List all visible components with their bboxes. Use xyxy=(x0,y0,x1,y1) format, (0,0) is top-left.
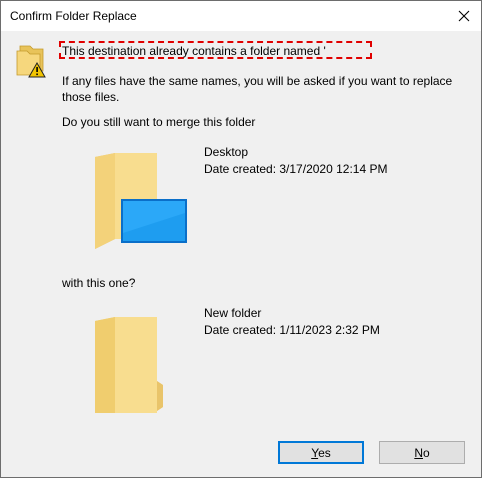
yes-button[interactable]: Yes xyxy=(278,441,364,464)
folder-icon xyxy=(95,317,163,413)
target-folder-info: New folder Date created: 1/11/2023 2:32 … xyxy=(204,305,380,339)
desktop-folder-icon xyxy=(95,153,187,249)
source-folder-date: Date created: 3/17/2020 12:14 PM xyxy=(204,162,388,176)
window-title: Confirm Folder Replace xyxy=(10,9,137,23)
headline-text: This destination already contains a fold… xyxy=(62,44,326,58)
source-folder-info: Desktop Date created: 3/17/2020 12:14 PM xyxy=(204,144,387,178)
confirm-folder-replace-dialog: Confirm Folder Replace This destination … xyxy=(0,0,482,478)
target-folder-date: Date created: 1/11/2023 2:32 PM xyxy=(204,323,380,337)
no-button[interactable]: No xyxy=(379,441,465,464)
merge-question: Do you still want to merge this folder xyxy=(62,115,256,129)
title-bar: Confirm Folder Replace xyxy=(1,1,481,31)
yes-button-label: Yes xyxy=(311,445,331,460)
folder-warning-icon xyxy=(16,45,46,78)
source-folder-name: Desktop xyxy=(204,145,249,159)
close-icon xyxy=(458,10,470,22)
connector-text: with this one? xyxy=(62,276,136,290)
target-folder-name: New folder xyxy=(204,306,262,320)
no-button-label: No xyxy=(414,445,430,460)
close-button[interactable] xyxy=(447,1,481,31)
dialog-content: This destination already contains a fold… xyxy=(1,31,481,477)
detail-text: If any files have the same names, you wi… xyxy=(62,74,453,104)
